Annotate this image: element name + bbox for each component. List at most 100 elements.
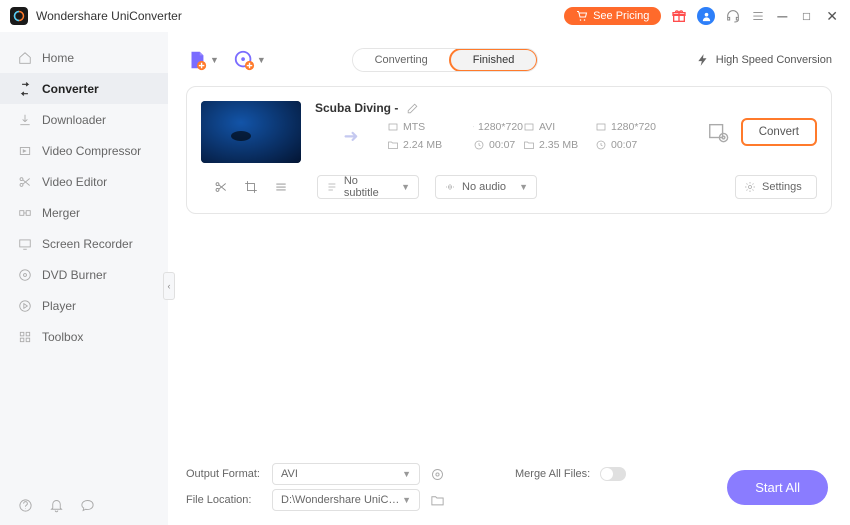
toolbar: ▼ ▼ Converting Finished High Speed Conve… (186, 42, 832, 78)
src-duration: 00:07 (489, 139, 515, 151)
gear-icon (744, 181, 756, 193)
resolution-icon (595, 121, 607, 133)
clock-icon (473, 139, 485, 151)
edit-icon[interactable] (406, 102, 419, 115)
tab-converting[interactable]: Converting (353, 49, 450, 71)
sidebar-item-editor[interactable]: Video Editor (0, 166, 168, 197)
user-avatar[interactable] (697, 7, 715, 25)
audio-icon (444, 181, 456, 193)
file-location-select[interactable]: D:\Wondershare UniConverter 1 ▼ (272, 489, 420, 511)
subtitle-value: No subtitle (344, 175, 395, 199)
main-panel: ▼ ▼ Converting Finished High Speed Conve… (168, 32, 850, 525)
status-tabs: Converting Finished (352, 48, 539, 72)
sidebar-item-dvd[interactable]: DVD Burner (0, 259, 168, 290)
file-location-value: D:\Wondershare UniConverter 1 (281, 494, 402, 506)
sidebar-item-label: Video Editor (42, 175, 107, 189)
resolution-icon (473, 121, 474, 133)
add-file-button[interactable]: ▼ (186, 49, 219, 71)
sidebar-item-converter[interactable]: Converter (0, 73, 168, 104)
feedback-icon[interactable] (80, 498, 95, 513)
sidebar-item-player[interactable]: Player (0, 290, 168, 321)
audio-select[interactable]: No audio ▼ (435, 175, 537, 199)
dst-size: 2.35 MB (539, 139, 578, 151)
sidebar-item-label: Player (42, 299, 76, 313)
tab-finished[interactable]: Finished (449, 48, 539, 72)
titlebar: Wondershare UniConverter See Pricing ─ ✕ (0, 0, 850, 32)
sidebar: Home Converter Downloader Video Compress… (0, 32, 168, 525)
pricing-label: See Pricing (593, 10, 649, 22)
settings-button[interactable]: Settings (735, 175, 817, 199)
merge-label: Merge All Files: (515, 468, 590, 480)
subtitle-select[interactable]: No subtitle ▼ (317, 175, 419, 199)
crop-icon[interactable] (244, 180, 258, 194)
sidebar-item-merger[interactable]: Merger (0, 197, 168, 228)
bell-icon[interactable] (49, 498, 64, 513)
sidebar-item-compressor[interactable]: Video Compressor (0, 135, 168, 166)
menu-icon[interactable] (751, 9, 765, 23)
sidebar-item-label: DVD Burner (42, 268, 107, 282)
open-folder-icon[interactable] (430, 493, 445, 508)
format-icon (523, 121, 535, 133)
high-speed-toggle[interactable]: High Speed Conversion (696, 53, 832, 67)
file-card: Scuba Diving - MTS 1280*720 ➜ AVI 1280*7… (186, 86, 832, 214)
dst-res: 1280*720 (611, 121, 656, 133)
recorder-icon (18, 237, 32, 251)
sidebar-item-label: Downloader (42, 113, 106, 127)
minimize-button[interactable]: ─ (775, 8, 789, 24)
audio-value: No audio (462, 181, 506, 193)
src-size: 2.24 MB (403, 139, 442, 151)
play-icon (18, 299, 32, 313)
sidebar-item-label: Merger (42, 206, 80, 220)
see-pricing-button[interactable]: See Pricing (564, 7, 661, 25)
sidebar-item-label: Toolbox (42, 330, 83, 344)
convert-button[interactable]: Convert (741, 118, 817, 146)
folder-icon (387, 139, 399, 151)
help-icon[interactable] (18, 498, 33, 513)
bolt-icon (696, 53, 710, 67)
sidebar-item-toolbox[interactable]: Toolbox (0, 321, 168, 352)
sidebar-item-label: Video Compressor (42, 144, 141, 158)
grid-icon (18, 330, 32, 344)
sidebar-item-label: Screen Recorder (42, 237, 133, 251)
start-all-button[interactable]: Start All (727, 470, 828, 505)
cart-icon (576, 10, 588, 22)
arrow-icon: ➜ (315, 126, 387, 147)
add-disc-button[interactable]: ▼ (233, 49, 266, 71)
converter-icon (18, 82, 32, 96)
subtitle-icon (326, 181, 338, 193)
close-button[interactable]: ✕ (824, 8, 840, 25)
settings-label: Settings (762, 181, 802, 193)
disc-icon (18, 268, 32, 282)
output-format-value: AVI (281, 468, 298, 480)
sidebar-item-recorder[interactable]: Screen Recorder (0, 228, 168, 259)
dst-duration: 00:07 (611, 139, 637, 151)
trim-icon[interactable] (214, 180, 228, 194)
scissors-icon (18, 175, 32, 189)
format-settings-icon[interactable] (430, 467, 445, 482)
support-icon[interactable] (725, 8, 741, 24)
compressor-icon (18, 144, 32, 158)
output-settings-icon[interactable] (707, 121, 729, 143)
high-speed-label: High Speed Conversion (716, 54, 832, 66)
video-thumbnail[interactable] (201, 101, 301, 163)
dst-format: AVI (539, 121, 555, 133)
app-logo (10, 7, 28, 25)
merger-icon (18, 206, 32, 220)
file-location-label: File Location: (186, 494, 262, 506)
maximize-button[interactable] (799, 11, 814, 22)
output-format-label: Output Format: (186, 468, 262, 480)
home-icon (18, 51, 32, 65)
sidebar-item-downloader[interactable]: Downloader (0, 104, 168, 135)
folder-icon (523, 139, 535, 151)
download-icon (18, 113, 32, 127)
app-title: Wondershare UniConverter (36, 9, 564, 23)
sidebar-item-home[interactable]: Home (0, 42, 168, 73)
collapse-sidebar-button[interactable]: ‹ (163, 272, 175, 300)
gift-icon[interactable] (671, 8, 687, 24)
merge-toggle[interactable] (600, 467, 626, 481)
src-format: MTS (403, 121, 425, 133)
sidebar-item-label: Converter (42, 82, 99, 96)
output-format-select[interactable]: AVI ▼ (272, 463, 420, 485)
more-icon[interactable] (274, 180, 288, 194)
clock-icon (595, 139, 607, 151)
